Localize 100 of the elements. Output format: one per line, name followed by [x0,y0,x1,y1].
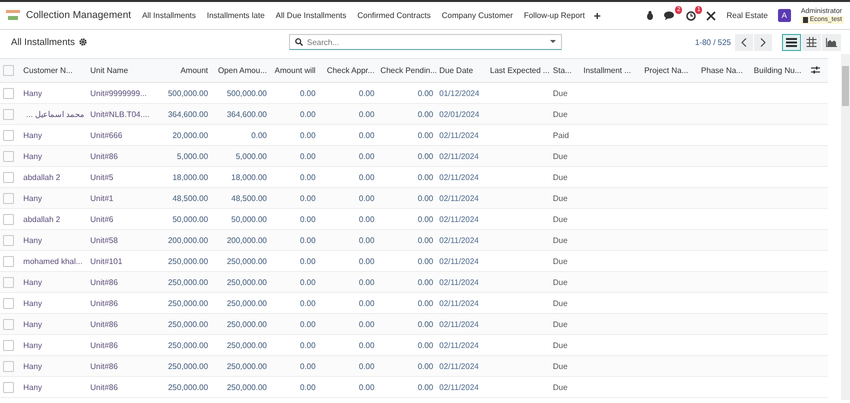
check-approved-cell: 0.00 [318,376,378,398]
customer-cell[interactable]: محمد اسماعيل ... [20,104,88,124]
due-date-cell: 02/11/2024 [436,230,487,250]
column-header[interactable]: Check Pendin... [377,58,436,82]
status-cell: Due [550,146,580,166]
unit-cell: Unit#86 [87,356,160,376]
row-checkbox[interactable] [3,234,14,246]
column-header[interactable]: Building Nu... [750,58,808,82]
status-cell: Due [550,314,580,334]
check-pending-cell: 0.00 [377,272,436,292]
view-title: All Installments [11,36,75,48]
row-checkbox[interactable] [3,130,14,140]
row-checkbox[interactable] [3,88,14,98]
unit-cell: Unit#NLB.T04.... [87,104,160,124]
due-date-cell: 02/11/2024 [436,146,487,166]
column-header[interactable]: Phase Na... [698,58,751,82]
due-date-cell: 02/11/2024 [436,376,487,398]
search-field[interactable]: Search... [289,34,562,50]
check-pending-cell: 0.00 [377,314,436,334]
menu-item[interactable]: All Installments [142,11,196,20]
check-approved-cell: 0.00 [318,146,378,166]
amount-cell: 364,600.00 [160,104,212,124]
check-pending-cell: 0.00 [377,146,436,166]
select-all-checkbox[interactable] [3,65,14,76]
building-icon [802,16,808,22]
list-view-icon [786,38,797,46]
row-checkbox[interactable] [3,276,14,288]
amount-will-cell: 0.00 [270,104,319,124]
amount-cell: 250,000.00 [160,272,212,292]
unit-cell: Unit#86 [87,376,160,398]
app-name[interactable]: Collection Management [26,10,132,21]
column-header[interactable]: Due Date [436,58,487,82]
check-approved-cell: 0.00 [318,104,378,124]
gear-icon[interactable] [78,38,87,46]
scrollbar[interactable] [841,54,850,400]
amount-cell: 250,000.00 [160,314,212,334]
user-avatar[interactable]: A [778,9,791,22]
open-amount-cell: 250,000.00 [211,314,270,334]
customer-cell[interactable]: Hany [20,356,88,376]
chevron-right-icon [760,38,766,46]
column-header[interactable]: Installment ... [580,58,642,82]
clock-icon[interactable] [686,10,696,20]
column-header[interactable]: Check Appr... [318,58,378,82]
menu-item[interactable]: Installments late [206,11,265,20]
row-checkbox[interactable] [3,382,14,392]
column-header[interactable]: Open Amou... [211,58,270,82]
row-checkbox[interactable] [3,318,14,330]
status-cell: Due [550,376,580,398]
customer-cell[interactable]: Hany [20,188,88,208]
pager-value[interactable]: 1-80 / 525 [694,38,731,46]
column-settings-icon[interactable] [810,66,820,74]
open-amount-cell: 5,000.00 [211,146,270,166]
amount-will-cell: 0.00 [270,188,319,208]
pivot-view-button[interactable] [802,34,821,50]
customer-cell[interactable]: Hany [20,314,88,334]
status-cell: Due [550,356,580,376]
check-approved-cell: 0.00 [318,314,378,334]
row-checkbox[interactable] [3,256,14,266]
check-pending-cell: 0.00 [377,376,436,398]
open-amount-cell: 364,600.00 [211,104,270,124]
graph-view-button[interactable] [822,34,841,50]
row-checkbox[interactable] [3,108,14,120]
row-checkbox[interactable] [3,298,14,308]
column-header[interactable]: Unit Name [87,58,160,82]
row-checkbox[interactable] [3,360,14,372]
customer-cell[interactable]: Hany [20,272,88,292]
due-date-cell: 02/11/2024 [436,272,487,292]
company-switcher[interactable]: Real Estate [726,11,768,20]
row-checkbox[interactable] [3,214,14,224]
menu-item[interactable]: Follow-up Report [524,11,585,20]
row-checkbox[interactable] [3,340,14,350]
column-header[interactable]: Amount will [270,58,319,82]
open-amount-cell: 250,000.00 [211,376,270,398]
column-header[interactable]: Project Na... [641,58,698,82]
check-pending-cell: 0.00 [377,356,436,376]
customer-cell[interactable]: Hany [20,376,88,398]
column-header[interactable]: Customer N... [20,58,88,82]
row-checkbox[interactable] [3,172,14,182]
open-amount-cell: 250,000.00 [211,272,270,292]
menu-item[interactable]: All Due Installments [276,11,346,20]
chat-icon[interactable] [664,11,676,20]
amount-will-cell: 0.00 [270,230,319,250]
add-menu-button[interactable]: + [594,8,601,22]
amount-will-cell: 0.00 [270,376,319,398]
check-approved-cell: 0.00 [318,272,378,292]
previous-page-button[interactable] [735,34,753,50]
dropdown-caret-icon[interactable] [550,40,556,44]
list-view-button[interactable] [782,34,801,50]
customer-cell[interactable]: Hany [20,146,88,166]
column-header[interactable]: Amount [160,58,212,82]
column-header[interactable]: Last Expected ... [487,58,550,82]
menu-item[interactable]: Company Customer [442,11,513,20]
customer-cell[interactable]: Hany [20,230,88,250]
app-logo-icon[interactable] [6,10,20,21]
status-cell: Due [550,188,580,208]
next-page-button[interactable] [754,34,772,50]
row-checkbox[interactable] [3,150,14,162]
menu-item[interactable]: Confirmed Contracts [357,11,431,20]
row-checkbox[interactable] [3,192,14,204]
column-header[interactable]: Sta... [550,58,580,82]
